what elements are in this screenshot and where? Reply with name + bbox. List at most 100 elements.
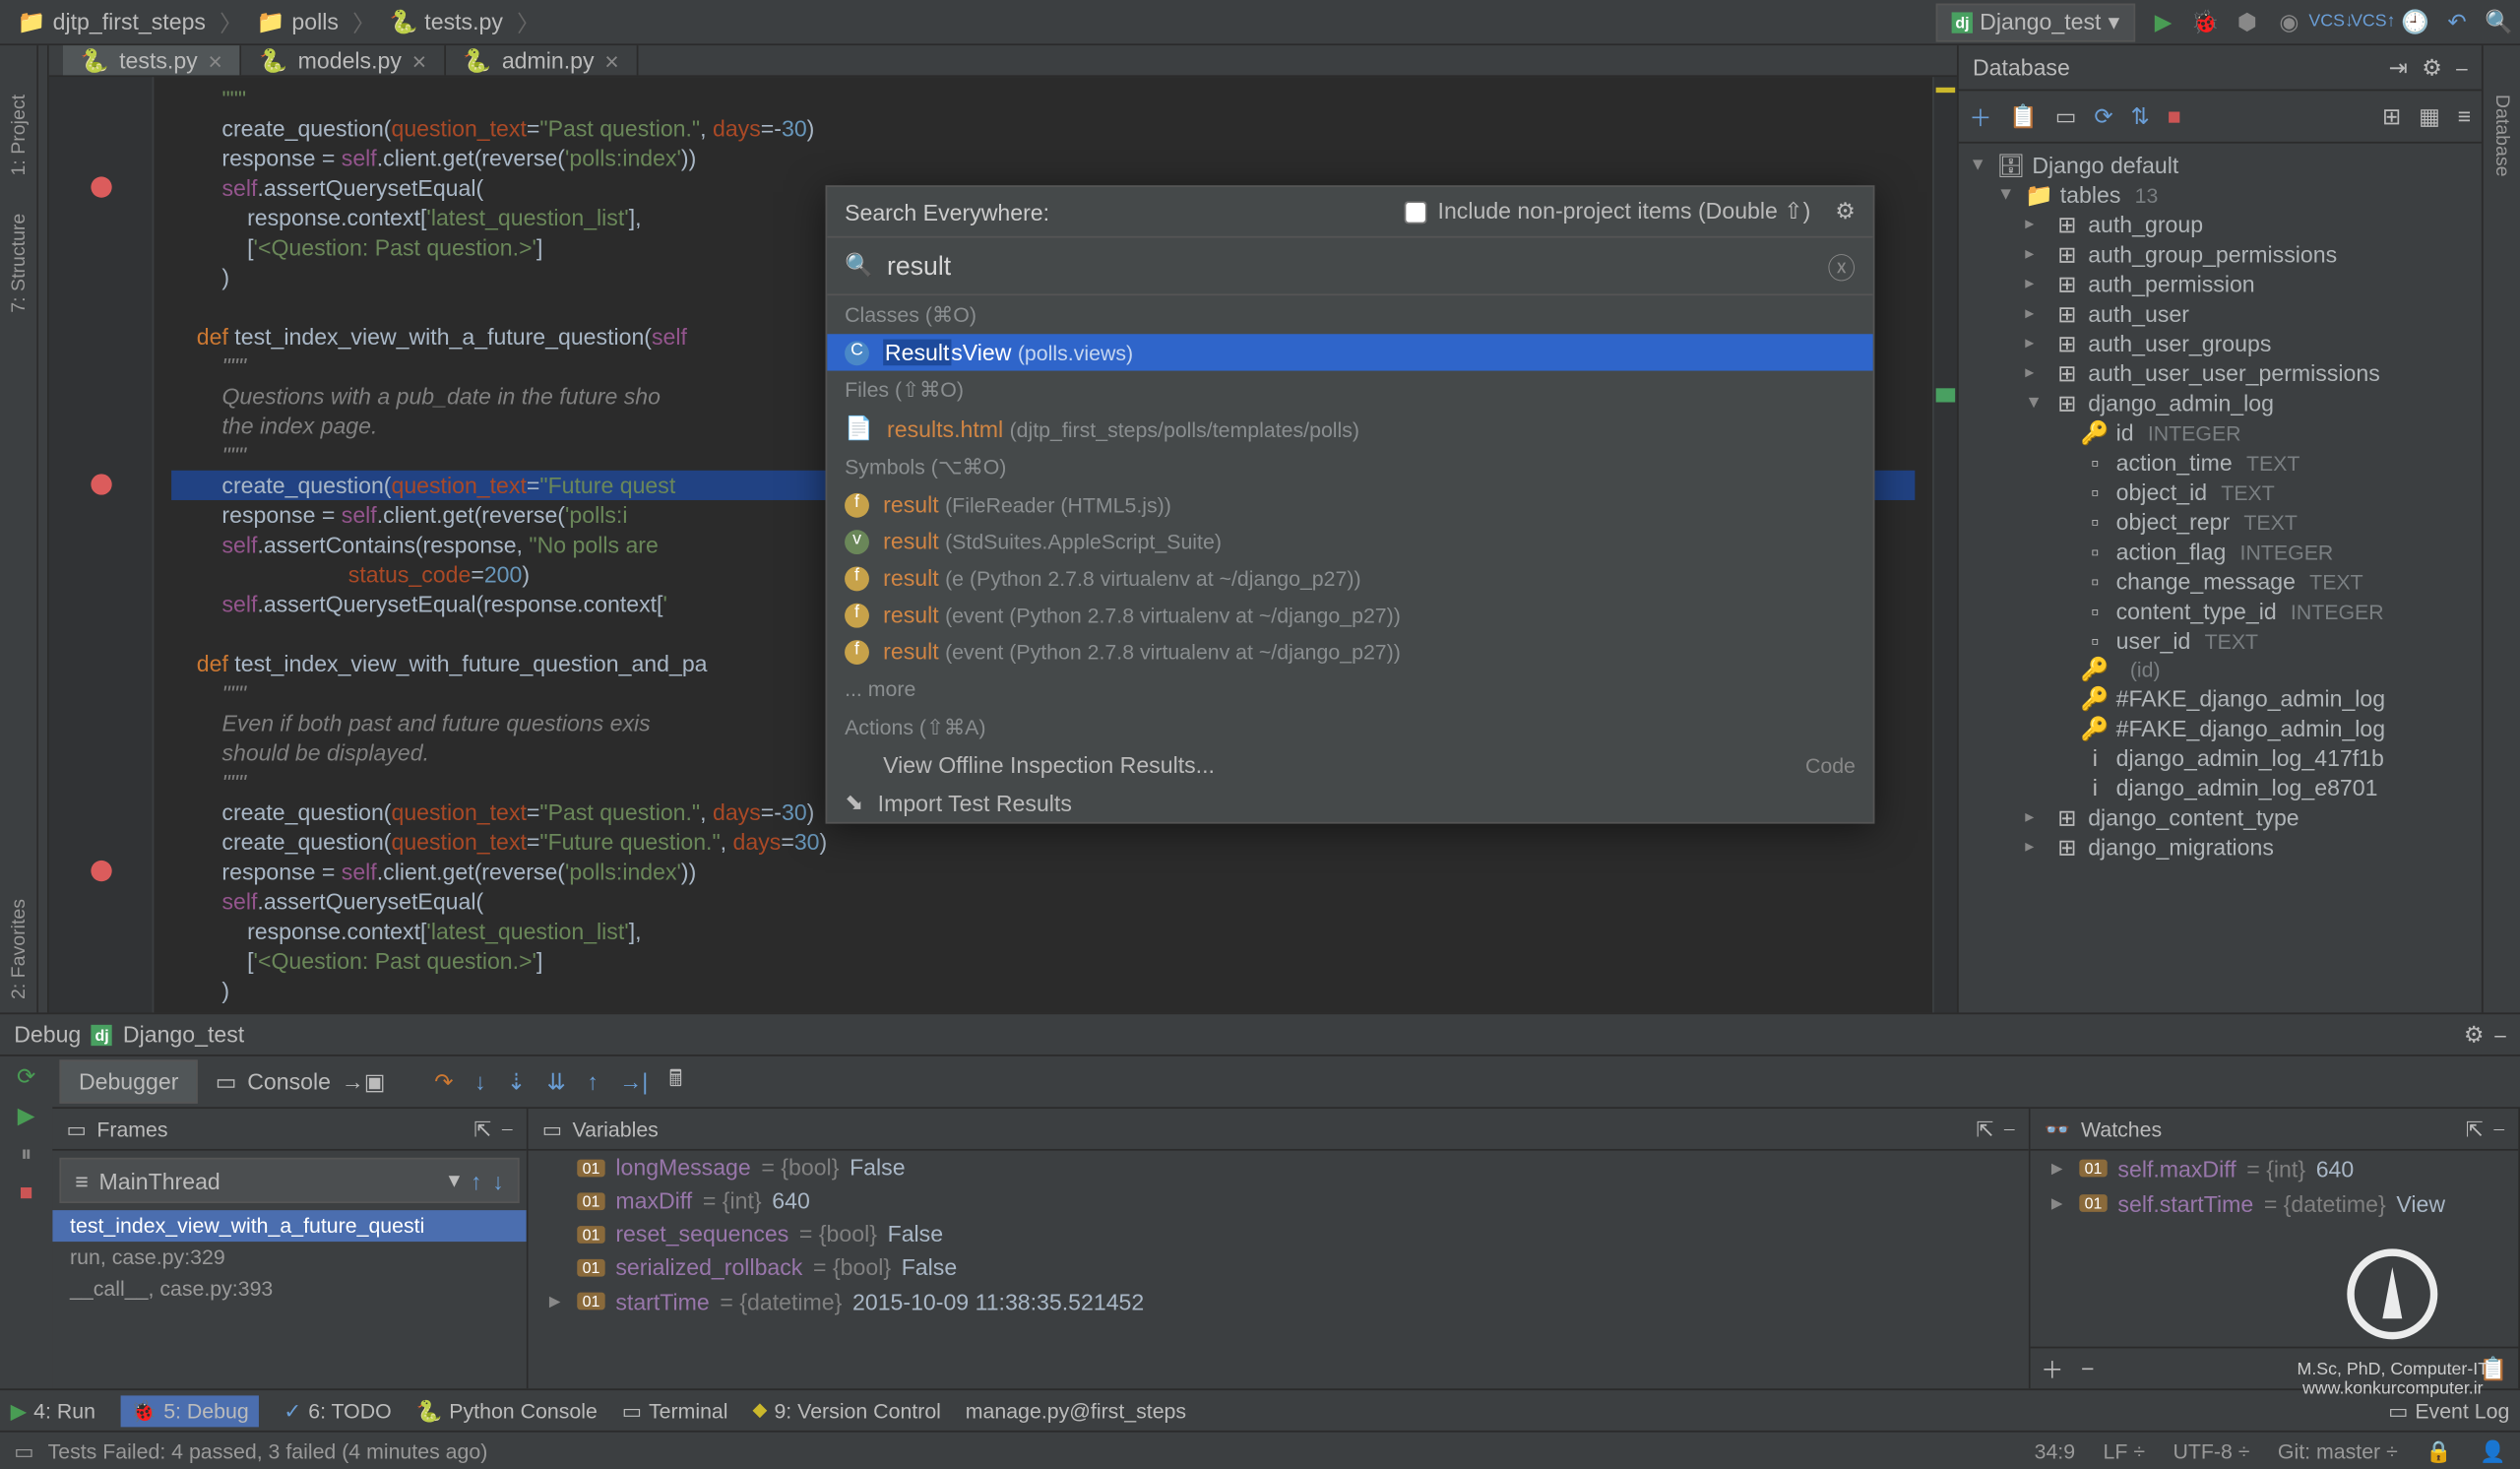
table-icon[interactable]: ⊞ — [2382, 102, 2401, 130]
terminal-tab[interactable]: ▭Terminal — [622, 1398, 728, 1423]
gear-icon[interactable]: ⚙ — [2422, 53, 2442, 81]
python-console-tab[interactable]: 🐍Python Console — [416, 1398, 598, 1423]
editor-gutter[interactable] — [49, 77, 155, 1012]
favorites-tool-tab[interactable]: 2: Favorites — [4, 884, 32, 1012]
profile-button[interactable]: ◉ — [2275, 8, 2302, 35]
tree-row[interactable]: 🔑idINTEGER — [1959, 418, 2482, 448]
tree-arrow-icon[interactable]: ▸ — [2025, 808, 2046, 828]
coverage-button[interactable]: ⬢ — [2234, 8, 2261, 35]
tree-arrow-icon[interactable]: ▸ — [2025, 245, 2046, 265]
tree-row[interactable]: ▫user_idTEXT — [1959, 626, 2482, 656]
more-icon[interactable]: ⎯ — [2493, 1116, 2504, 1142]
console-tab[interactable]: ▭Console→▣ — [198, 1060, 403, 1103]
manage-py-tab[interactable]: manage.py@first_steps — [966, 1398, 1186, 1423]
breadcrumb-item[interactable]: 📁djtp_first_steps — [7, 4, 217, 39]
close-icon[interactable]: × — [412, 46, 427, 74]
editor-tab[interactable]: 🐍 admin.py × — [446, 45, 639, 75]
gear-icon[interactable]: ⚙ — [1835, 198, 1856, 225]
step-over-icon[interactable]: ↷ — [424, 1067, 465, 1095]
database-tool-tab[interactable]: Database — [2488, 81, 2515, 191]
breakpoint-icon[interactable] — [91, 176, 111, 197]
pause-icon[interactable]: ⏸ — [21, 1140, 32, 1168]
tree-row[interactable]: ▫action_flagINTEGER — [1959, 537, 2482, 566]
step-into-icon[interactable]: ↓ — [464, 1068, 496, 1095]
variable-row[interactable]: 01 reset_sequences = {bool} False — [529, 1217, 2029, 1250]
error-stripe[interactable] — [1932, 77, 1957, 1012]
tree-arrow-icon[interactable]: ▼ — [1997, 185, 2018, 205]
stack-frame[interactable]: __call__, case.py:393 — [52, 1273, 526, 1305]
encoding[interactable]: UTF-8 ÷ — [2173, 1438, 2249, 1463]
more-icon[interactable]: ⎯ — [502, 1116, 513, 1142]
tree-row[interactable]: 🔑(id) — [1959, 656, 2482, 683]
evaluate-icon[interactable]: 🖩 — [659, 1062, 693, 1101]
tree-row[interactable]: ▸⊞auth_user_user_permissions — [1959, 358, 2482, 388]
search-result-item[interactable]: fresult (FileReader (HTML5.js)) — [827, 486, 1872, 523]
tree-row[interactable]: 🔑#FAKE_django_admin_log — [1959, 683, 2482, 713]
rerun-icon[interactable]: ⟳ — [17, 1063, 35, 1091]
search-button[interactable]: 🔍 — [2485, 8, 2512, 35]
search-action-item[interactable]: View Offline Inspection Results...Code — [827, 746, 1872, 783]
tree-row[interactable]: ▼📁tables13 — [1959, 180, 2482, 210]
stack-frame[interactable]: test_index_view_with_a_future_questi — [52, 1210, 526, 1242]
step-into-my-icon[interactable]: ⇣ — [496, 1067, 536, 1095]
search-action-item[interactable]: ⬊Import Test Results — [827, 784, 1872, 822]
line-separator[interactable]: LF ÷ — [2104, 1438, 2146, 1463]
tree-arrow-icon[interactable]: ▼ — [1969, 156, 1989, 175]
vcs-history-button[interactable]: 🕘 — [2401, 8, 2428, 35]
tree-arrow-icon[interactable]: ▸ — [2025, 838, 2046, 858]
tree-arrow-icon[interactable]: ▸ — [2025, 363, 2046, 383]
copy-icon[interactable]: 📋 — [2009, 102, 2038, 130]
tree-row[interactable]: ▼⊞django_admin_log — [1959, 388, 2482, 417]
tree-row[interactable]: ▸⊞auth_group — [1959, 210, 2482, 239]
tree-row[interactable]: ▫content_type_idINTEGER — [1959, 597, 2482, 626]
run-button[interactable]: ▶ — [2149, 8, 2176, 35]
search-input[interactable] — [887, 251, 1813, 281]
tree-row[interactable]: ▸⊞django_content_type — [1959, 802, 2482, 832]
vcs-commit-button[interactable]: VCS↑ — [2360, 8, 2387, 35]
tree-row[interactable]: ▸⊞auth_user_groups — [1959, 329, 2482, 358]
force-step-icon[interactable]: ⇊ — [536, 1067, 577, 1095]
tree-arrow-icon[interactable]: ▼ — [2025, 394, 2046, 414]
hide-icon[interactable]: ⎯ — [2494, 1020, 2506, 1048]
search-result-item[interactable]: 📄 results.html (djtp_first_steps/polls/t… — [827, 410, 1872, 448]
include-nonproject-checkbox[interactable] — [1405, 200, 1427, 223]
sync-icon[interactable]: ⇅ — [2131, 102, 2150, 130]
copy-icon[interactable]: 📋 — [2480, 1355, 2508, 1382]
breakpoint-icon[interactable] — [91, 474, 111, 494]
editor-tab[interactable]: 🐍 models.py × — [241, 45, 445, 75]
close-icon[interactable]: × — [604, 46, 619, 74]
add-watch-icon[interactable]: ＋ — [2041, 1352, 2063, 1385]
tree-arrow-icon[interactable]: ▸ — [2025, 215, 2046, 234]
search-result-item[interactable]: fresult (event (Python 2.7.8 virtualenv … — [827, 597, 1872, 633]
run-to-cursor-icon[interactable]: →| — [608, 1068, 658, 1095]
debug-button[interactable]: 🐞 — [2191, 8, 2219, 35]
stop-icon[interactable]: ■ — [20, 1179, 33, 1205]
debugger-tab[interactable]: Debugger — [59, 1059, 198, 1103]
more-icon[interactable]: ⎯ — [2004, 1116, 2015, 1142]
event-log-tab[interactable]: ▭Event Log — [2388, 1398, 2509, 1423]
clear-icon[interactable]: ⓧ — [1827, 245, 1855, 287]
close-icon[interactable]: × — [208, 46, 222, 74]
tree-row[interactable]: ▸⊞auth_permission — [1959, 270, 2482, 299]
tree-row[interactable]: ▫object_reprTEXT — [1959, 507, 2482, 537]
search-result-item[interactable]: fresult (event (Python 2.7.8 virtualenv … — [827, 633, 1872, 670]
resume-icon[interactable]: ▶ — [18, 1102, 35, 1129]
hide-icon[interactable]: ⎯ — [2456, 53, 2468, 81]
todo-tool-tab[interactable]: ✓6: TODO — [284, 1398, 392, 1423]
stack-frame[interactable]: run, case.py:329 — [52, 1242, 526, 1273]
tree-arrow-icon[interactable]: ▸ — [2025, 334, 2046, 353]
stop-icon[interactable]: ■ — [2168, 103, 2181, 130]
filter-icon[interactable]: ▦ — [2419, 102, 2440, 130]
run-tool-tab[interactable]: ▶4: Run — [11, 1398, 95, 1423]
tree-arrow-icon[interactable]: ▸ — [2025, 304, 2046, 324]
tree-row[interactable]: idjango_admin_log_417f1b — [1959, 743, 2482, 773]
tree-row[interactable]: ▫change_messageTEXT — [1959, 566, 2482, 596]
gear-icon[interactable]: ⚙ — [2464, 1020, 2485, 1048]
run-config-dropdown[interactable]: dj Django_test ▾ — [1936, 3, 2135, 41]
pin-icon[interactable]: ⇱ — [473, 1117, 491, 1141]
git-branch[interactable]: Git: master ÷ — [2278, 1438, 2398, 1463]
tree-row[interactable]: idjango_admin_log_e8701 — [1959, 773, 2482, 802]
tree-row[interactable]: 🔑#FAKE_django_admin_log — [1959, 714, 2482, 743]
remove-watch-icon[interactable]: − — [2081, 1356, 2094, 1382]
structure-tool-tab[interactable]: 7: Structure — [4, 200, 32, 327]
